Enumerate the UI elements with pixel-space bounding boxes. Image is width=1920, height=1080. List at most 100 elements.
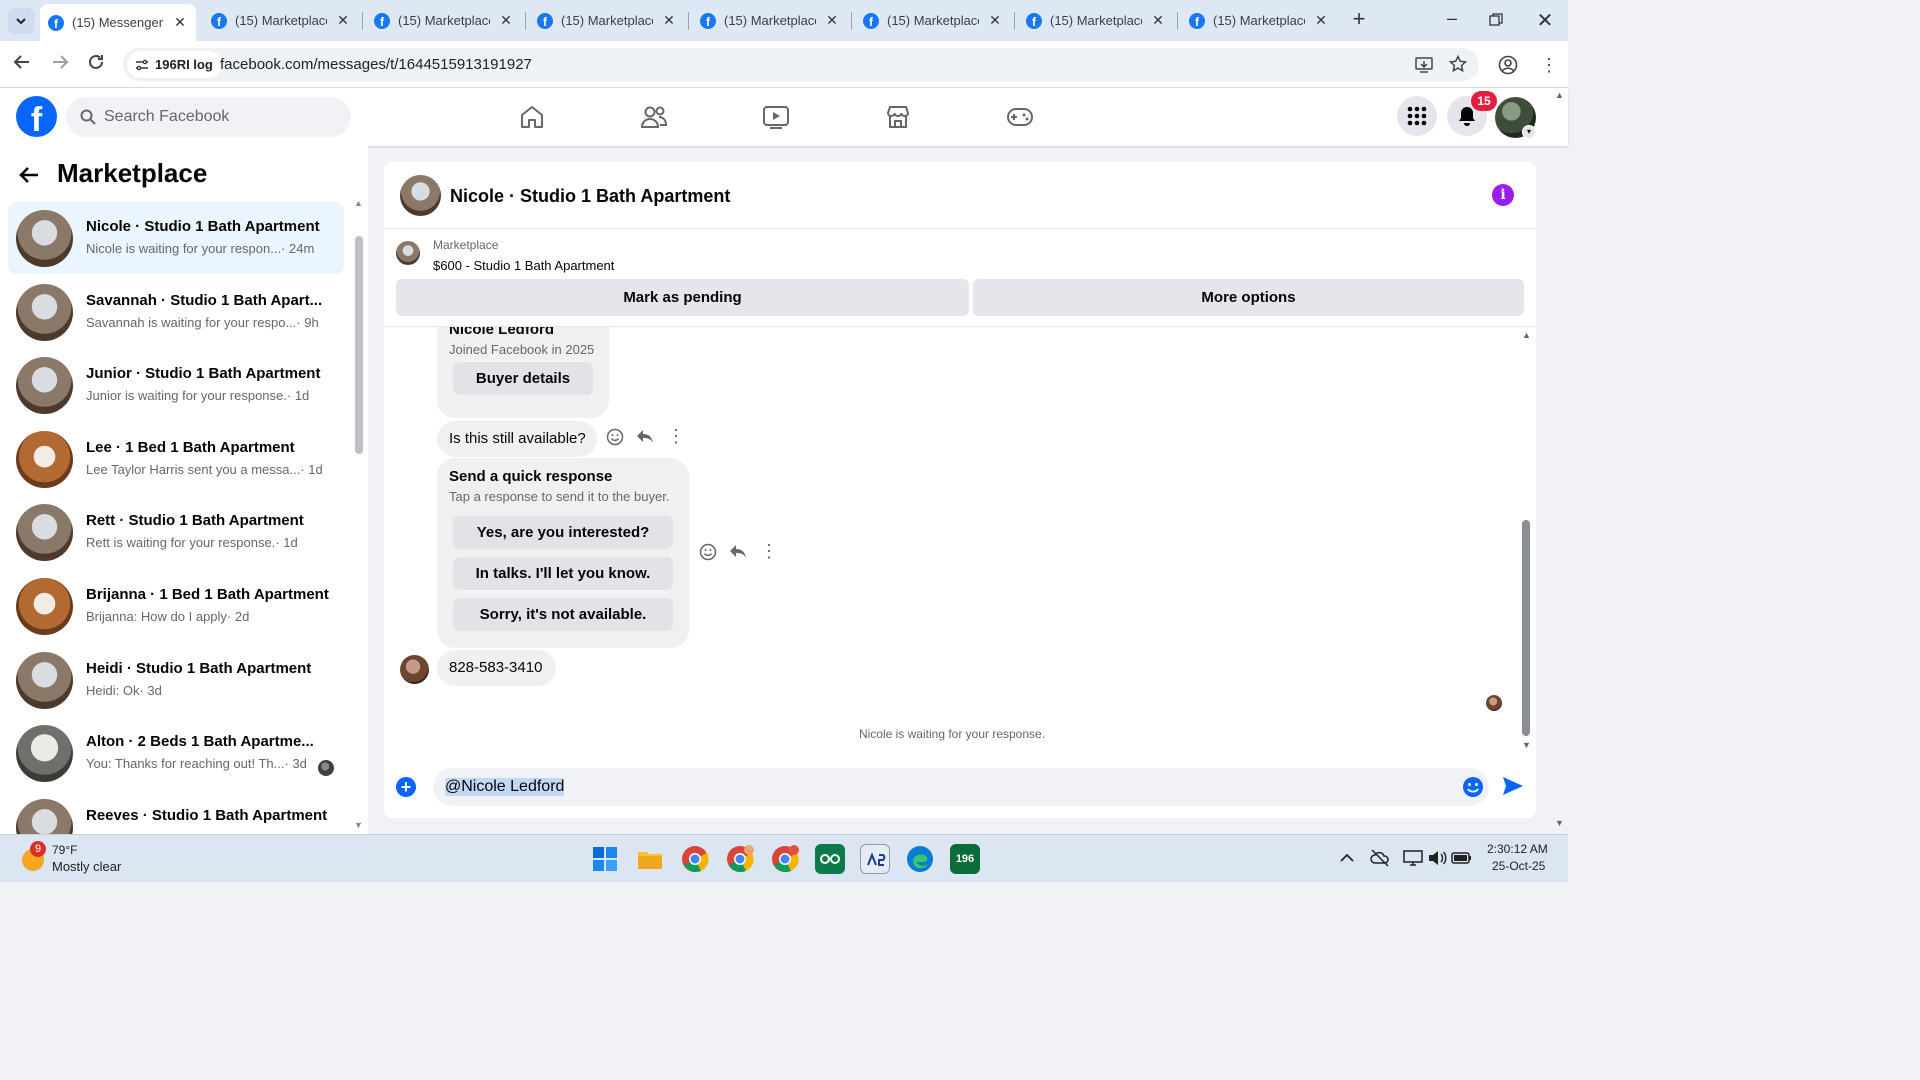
message-input[interactable]: @Nicole Ledford — [433, 768, 1489, 806]
friends-nav[interactable] — [632, 96, 676, 138]
clock-date[interactable]: 25-Oct-25 — [1492, 859, 1545, 873]
forward-button[interactable] — [48, 53, 72, 77]
app-icon-196ri[interactable]: 196 — [950, 844, 980, 874]
close-tab-icon[interactable]: ✕ — [498, 12, 514, 29]
conversation-item[interactable]: Nicole · Studio 1 Bath Apartment Nicole i… — [8, 202, 344, 274]
battery-icon[interactable] — [1451, 850, 1473, 866]
quick-response-option[interactable]: Yes, are you interested? — [453, 516, 673, 549]
reply-icon[interactable] — [635, 428, 655, 446]
account-avatar[interactable]: ▾ — [1495, 97, 1536, 139]
address-bar[interactable]: 196RI log facebook.com/messages/t/164451… — [123, 48, 1479, 81]
chrome-profile-icon[interactable] — [770, 844, 800, 874]
listing-title[interactable]: $600 - Studio 1 Bath Apartment — [433, 258, 614, 273]
scroll-up-arrow[interactable]: ▲ — [1522, 330, 1531, 340]
site-info-chip[interactable]: 196RI log — [127, 51, 222, 78]
mark-as-pending-button[interactable]: Mark as pending — [396, 279, 969, 316]
browser-menu-icon[interactable]: ⋮ — [1540, 55, 1558, 75]
weather-widget[interactable]: 9 79°F Mostly clear — [18, 841, 168, 877]
message-bubble[interactable]: Is this still available? — [437, 421, 597, 457]
browser-tab[interactable]: f (15) Marketplace ✕ — [692, 4, 848, 37]
close-tab-icon[interactable]: ✕ — [1150, 12, 1166, 29]
sidebar-scrollbar[interactable]: ▲ ▼ — [352, 198, 364, 834]
bookmark-star-icon[interactable] — [1448, 54, 1468, 73]
chrome-profile-icon[interactable] — [725, 844, 755, 874]
install-app-icon[interactable] — [1415, 56, 1433, 74]
conversation-item[interactable]: Reeves · Studio 1 Bath Apartment — [8, 791, 344, 834]
cloud-off-icon[interactable] — [1370, 849, 1390, 867]
conversation-item[interactable]: Rett · Studio 1 Bath Apartment Rett is wa… — [8, 496, 344, 568]
browser-tab[interactable]: f (15) Marketplace ✕ — [366, 4, 522, 37]
close-tab-icon[interactable]: ✕ — [1313, 12, 1329, 29]
scroll-down-arrow[interactable]: ▼ — [1522, 740, 1531, 750]
sender-avatar[interactable] — [400, 655, 429, 684]
file-explorer-icon[interactable] — [635, 844, 665, 874]
react-emoji-icon[interactable] — [699, 543, 717, 561]
buyer-details-button[interactable]: Buyer details — [453, 362, 593, 395]
url-text[interactable]: facebook.com/messages/t/1644515913191927 — [220, 56, 532, 73]
edge-icon[interactable] — [905, 844, 935, 874]
conversation-item[interactable]: Alton · 2 Beds 1 Bath Apartme... You: Tha… — [8, 717, 344, 789]
conversation-item[interactable]: Junior · Studio 1 Bath Apartment Junior i… — [8, 349, 344, 421]
app-icon[interactable] — [860, 844, 890, 874]
restore-button[interactable] — [1488, 12, 1504, 28]
conversation-item[interactable]: Lee · 1 Bed 1 Bath Apartment Lee Taylor H… — [8, 423, 344, 495]
watch-nav[interactable] — [754, 96, 798, 138]
conversation-item[interactable]: Brijanna · 1 Bed 1 Bath Apartment Brijann… — [8, 570, 344, 642]
gaming-nav[interactable] — [998, 96, 1042, 138]
chat-scrollbar[interactable]: ▲ ▼ — [1520, 330, 1532, 752]
back-to-marketplace-button[interactable] — [18, 164, 46, 188]
conversation-item[interactable]: Savannah · Studio 1 Bath Apart... Savanna… — [8, 276, 344, 348]
chat-header-avatar[interactable] — [400, 175, 441, 216]
attach-button[interactable]: + — [396, 777, 416, 797]
home-nav[interactable] — [510, 96, 554, 138]
back-button[interactable] — [10, 53, 34, 77]
minimize-button[interactable]: – — [1440, 8, 1464, 32]
info-button[interactable]: i — [1492, 184, 1514, 206]
menu-grid-button[interactable] — [1397, 96, 1437, 136]
marketplace-nav[interactable] — [876, 96, 920, 138]
close-tab-icon[interactable]: ✕ — [335, 12, 351, 29]
browser-tab[interactable]: f (15) Marketplace ✕ — [1018, 4, 1174, 37]
react-emoji-icon[interactable] — [606, 428, 624, 446]
scroll-down-arrow[interactable]: ▼ — [1555, 818, 1564, 828]
send-button[interactable] — [1502, 776, 1526, 798]
scroll-down-arrow[interactable]: ▼ — [354, 820, 363, 830]
clock-time[interactable]: 2:30:12 AM — [1487, 842, 1548, 856]
windows-start-icon[interactable] — [590, 844, 620, 874]
app-icon[interactable] — [815, 844, 845, 874]
page-scrollbar[interactable]: ▲ ▼ — [1552, 90, 1566, 834]
quick-response-option[interactable]: Sorry, it's not available. — [453, 598, 673, 631]
browser-tab[interactable]: f (15) Marketplace ✕ — [855, 4, 1011, 37]
close-window-button[interactable]: ✕ — [1535, 8, 1555, 32]
scroll-up-arrow[interactable]: ▲ — [1555, 90, 1564, 100]
search-facebook-input[interactable]: Search Facebook — [66, 97, 351, 137]
close-tab-icon[interactable]: ✕ — [824, 12, 840, 29]
more-actions-icon[interactable]: ⋮ — [760, 541, 778, 561]
network-icon[interactable] — [1403, 849, 1423, 867]
emoji-icon[interactable] — [1462, 776, 1484, 798]
tab-search-button[interactable] — [8, 8, 34, 34]
close-tab-icon[interactable]: ✕ — [172, 14, 188, 31]
scrollbar-thumb[interactable] — [355, 236, 363, 454]
close-tab-icon[interactable]: ✕ — [661, 12, 677, 29]
facebook-logo[interactable]: f — [16, 96, 57, 137]
scroll-up-arrow[interactable]: ▲ — [354, 198, 363, 208]
more-options-button[interactable]: More options — [973, 279, 1524, 316]
chrome-icon[interactable] — [680, 844, 710, 874]
close-tab-icon[interactable]: ✕ — [987, 12, 1003, 29]
browser-tab[interactable]: f (15) Marketplace ✕ — [203, 4, 359, 37]
volume-icon[interactable] — [1427, 849, 1447, 867]
new-tab-button[interactable]: + — [1348, 8, 1370, 32]
browser-tab[interactable]: f (15) Marketplace ✕ — [1181, 4, 1337, 37]
notifications-button[interactable]: 15 — [1447, 91, 1497, 136]
message-bubble[interactable]: 828-583-3410 — [437, 650, 556, 686]
profile-icon[interactable] — [1498, 55, 1518, 75]
more-actions-icon[interactable]: ⋮ — [667, 426, 685, 446]
quick-response-option[interactable]: In talks. I'll let you know. — [453, 557, 673, 590]
browser-tab[interactable]: f (15) Marketplace ✕ — [529, 4, 685, 37]
conversation-item[interactable]: Heidi · Studio 1 Bath Apartment Heidi: Ok… — [8, 644, 344, 716]
chevron-up-icon[interactable] — [1338, 849, 1356, 867]
listing-thumbnail[interactable] — [396, 241, 420, 265]
reply-icon[interactable] — [728, 543, 748, 561]
browser-tab-active[interactable]: f (15) Messenger | ✕ — [40, 4, 196, 41]
